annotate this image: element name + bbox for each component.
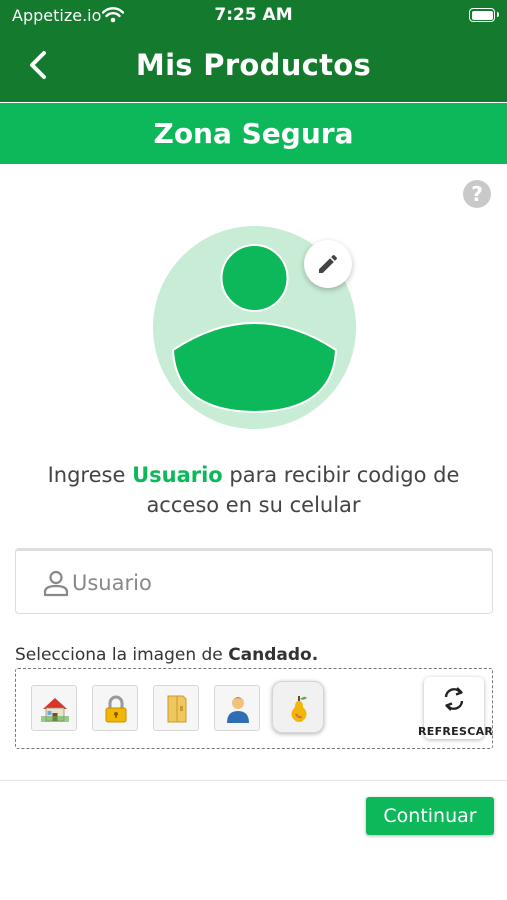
instruction-text: Ingrese Usuario para recibir codigo de a… <box>20 460 487 520</box>
page-title: Mis Productos <box>135 48 372 82</box>
image-option-folder[interactable] <box>153 685 199 731</box>
continue-button[interactable]: Continuar <box>366 797 494 835</box>
refresh-icon <box>444 687 464 711</box>
padlock-icon <box>105 695 127 723</box>
divider <box>0 780 507 781</box>
instruction-prefix: Ingrese <box>47 463 133 487</box>
refresh-button[interactable]: REFRESCAR <box>418 677 493 739</box>
person-icon <box>227 697 249 723</box>
image-select-highlight: Candado. <box>228 645 319 665</box>
image-option-padlock[interactable] <box>92 685 138 731</box>
status-time: 7:25 AM <box>214 5 293 25</box>
folder-icon <box>167 695 187 723</box>
image-selector: REFRESCAR <box>15 668 493 749</box>
username-field[interactable] <box>15 548 493 614</box>
section-header: Zona Segura <box>0 103 507 164</box>
battery-icon <box>469 8 499 22</box>
nav-bar: Mis Productos <box>0 30 507 102</box>
instruction-highlight: Usuario <box>132 463 223 487</box>
status-bar: Appetize.io 7:25 AM <box>0 0 507 30</box>
image-option-person[interactable] <box>214 685 260 731</box>
image-select-prefix: Selecciona la imagen de <box>15 645 229 665</box>
pear-icon <box>291 696 307 722</box>
image-option-pear[interactable] <box>272 681 324 733</box>
username-input[interactable] <box>72 561 472 605</box>
user-icon <box>42 569 70 601</box>
house-icon <box>41 698 69 722</box>
help-icon[interactable]: ? <box>463 180 491 208</box>
edit-avatar-button[interactable] <box>304 240 352 288</box>
refresh-label: REFRESCAR <box>418 725 494 738</box>
image-option-house[interactable] <box>31 685 77 731</box>
pencil-icon <box>319 254 338 273</box>
image-select-label: Selecciona la imagen de Candado. <box>15 645 318 665</box>
